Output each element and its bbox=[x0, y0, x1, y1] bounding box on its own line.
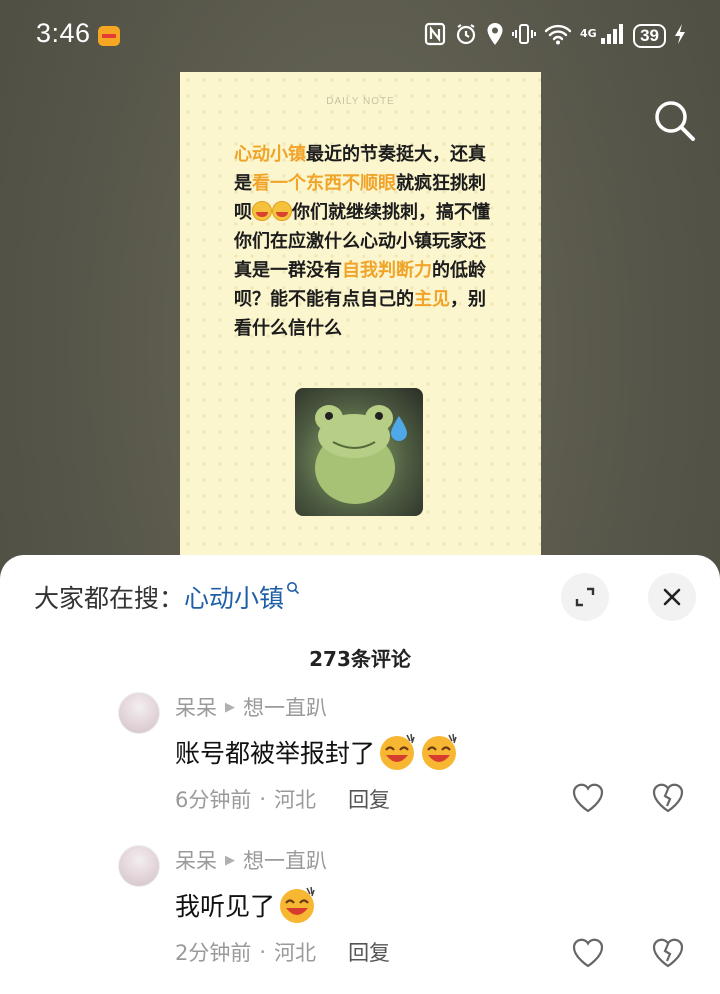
app-notification-icon bbox=[98, 26, 120, 46]
note-highlight: 看一个东西不顺眼 bbox=[252, 173, 396, 194]
wifi-icon bbox=[544, 23, 572, 50]
laughing-emoji-icon bbox=[252, 201, 272, 221]
expand-icon bbox=[575, 587, 595, 607]
trending-label: 大家都在搜： bbox=[34, 584, 185, 613]
comment-item: 呆呆 ▶ 想一直趴 我听见了 2分钟前 · 河北 回复 bbox=[0, 845, 720, 994]
laughing-emoji-icon bbox=[380, 733, 415, 770]
like-button[interactable] bbox=[570, 780, 606, 816]
comment-text: 账号都被举报封了 bbox=[175, 739, 376, 768]
status-bar: 3:46 4G 39 bbox=[0, 0, 720, 72]
laughing-emoji-icon bbox=[422, 733, 457, 770]
close-button[interactable] bbox=[648, 573, 696, 621]
avatar[interactable] bbox=[118, 692, 160, 734]
comment-sheet: 大家都在搜： 心动小镇 273条评论 呆呆 ▶ 想一直趴 账号都被举报封了 6分… bbox=[0, 555, 720, 994]
comment-username[interactable]: 呆呆 bbox=[175, 692, 217, 722]
comment-meta: 呆呆 ▶ 想一直趴 bbox=[175, 845, 327, 875]
laughing-emoji-icon bbox=[280, 886, 315, 923]
reply-button[interactable]: 回复 bbox=[348, 784, 390, 814]
comment-time: 2分钟前 bbox=[175, 941, 252, 965]
charging-icon bbox=[674, 23, 686, 50]
comment-body: 账号都被举报封了 bbox=[175, 732, 459, 772]
dislike-button[interactable] bbox=[650, 780, 686, 816]
reply-arrow-icon: ▶ bbox=[225, 699, 235, 715]
search-button[interactable] bbox=[652, 98, 698, 144]
note-heading: DAILY NOTE bbox=[326, 96, 395, 107]
frog-image bbox=[295, 388, 423, 516]
close-icon bbox=[663, 588, 681, 606]
broken-heart-icon bbox=[652, 783, 684, 813]
dislike-button[interactable] bbox=[650, 935, 686, 971]
network-type: 4G bbox=[580, 26, 597, 40]
signal-icon: 4G bbox=[580, 23, 625, 50]
search-icon bbox=[655, 101, 695, 141]
avatar[interactable] bbox=[118, 845, 160, 887]
comment-footer: 2分钟前 · 河北 回复 bbox=[175, 937, 390, 967]
note-highlight: 主见 bbox=[414, 289, 450, 310]
separator-dot: · bbox=[259, 787, 267, 811]
trending-search-bar[interactable]: 大家都在搜： 心动小镇 bbox=[34, 577, 300, 617]
comment-text: 我听见了 bbox=[175, 892, 276, 921]
note-card: DAILY NOTE 心动小镇最近的节奏挺大，还真是看一个东西不顺眼就疯狂挑刺呗… bbox=[180, 72, 541, 572]
comment-username[interactable]: 呆呆 bbox=[175, 845, 217, 875]
note-highlight: 心动小镇 bbox=[234, 144, 306, 165]
separator-dot: · bbox=[259, 940, 267, 964]
comment-reply-to[interactable]: 想一直趴 bbox=[243, 845, 327, 875]
comment-footer: 6分钟前 · 河北 回复 bbox=[175, 784, 390, 814]
search-icon bbox=[286, 580, 300, 599]
location-icon bbox=[486, 22, 504, 51]
comment-location: 河北 bbox=[274, 788, 317, 812]
comment-item: 呆呆 ▶ 想一直趴 账号都被举报封了 6分钟前 · 河北 回复 bbox=[0, 692, 720, 842]
comment-meta: 呆呆 ▶ 想一直趴 bbox=[175, 692, 327, 722]
comment-count: 273条评论 bbox=[309, 647, 411, 671]
expand-button[interactable] bbox=[561, 573, 609, 621]
heart-icon bbox=[572, 938, 604, 968]
reply-arrow-icon: ▶ bbox=[225, 852, 235, 868]
note-highlight: 自我判断力 bbox=[342, 260, 432, 281]
heart-icon bbox=[572, 783, 604, 813]
comment-time: 6分钟前 bbox=[175, 788, 252, 812]
status-icons: 4G 39 bbox=[424, 20, 686, 52]
laughing-emoji-icon bbox=[272, 201, 292, 221]
nfc-icon bbox=[424, 22, 446, 51]
comment-reply-to[interactable]: 想一直趴 bbox=[243, 692, 327, 722]
battery-icon: 39 bbox=[633, 24, 666, 48]
comment-body: 我听见了 bbox=[175, 885, 317, 925]
note-text: 心动小镇最近的节奏挺大，还真是看一个东西不顺眼就疯狂挑刺呗 你们就继续挑刺，搞不懂… bbox=[234, 140, 496, 343]
broken-heart-icon bbox=[652, 938, 684, 968]
comment-location: 河北 bbox=[274, 941, 317, 965]
reply-button[interactable]: 回复 bbox=[348, 937, 390, 967]
status-time: 3:46 bbox=[36, 18, 91, 48]
like-button[interactable] bbox=[570, 935, 606, 971]
trending-term-link[interactable]: 心动小镇 bbox=[184, 579, 284, 615]
vibrate-icon bbox=[512, 22, 537, 51]
alarm-icon bbox=[454, 22, 478, 51]
